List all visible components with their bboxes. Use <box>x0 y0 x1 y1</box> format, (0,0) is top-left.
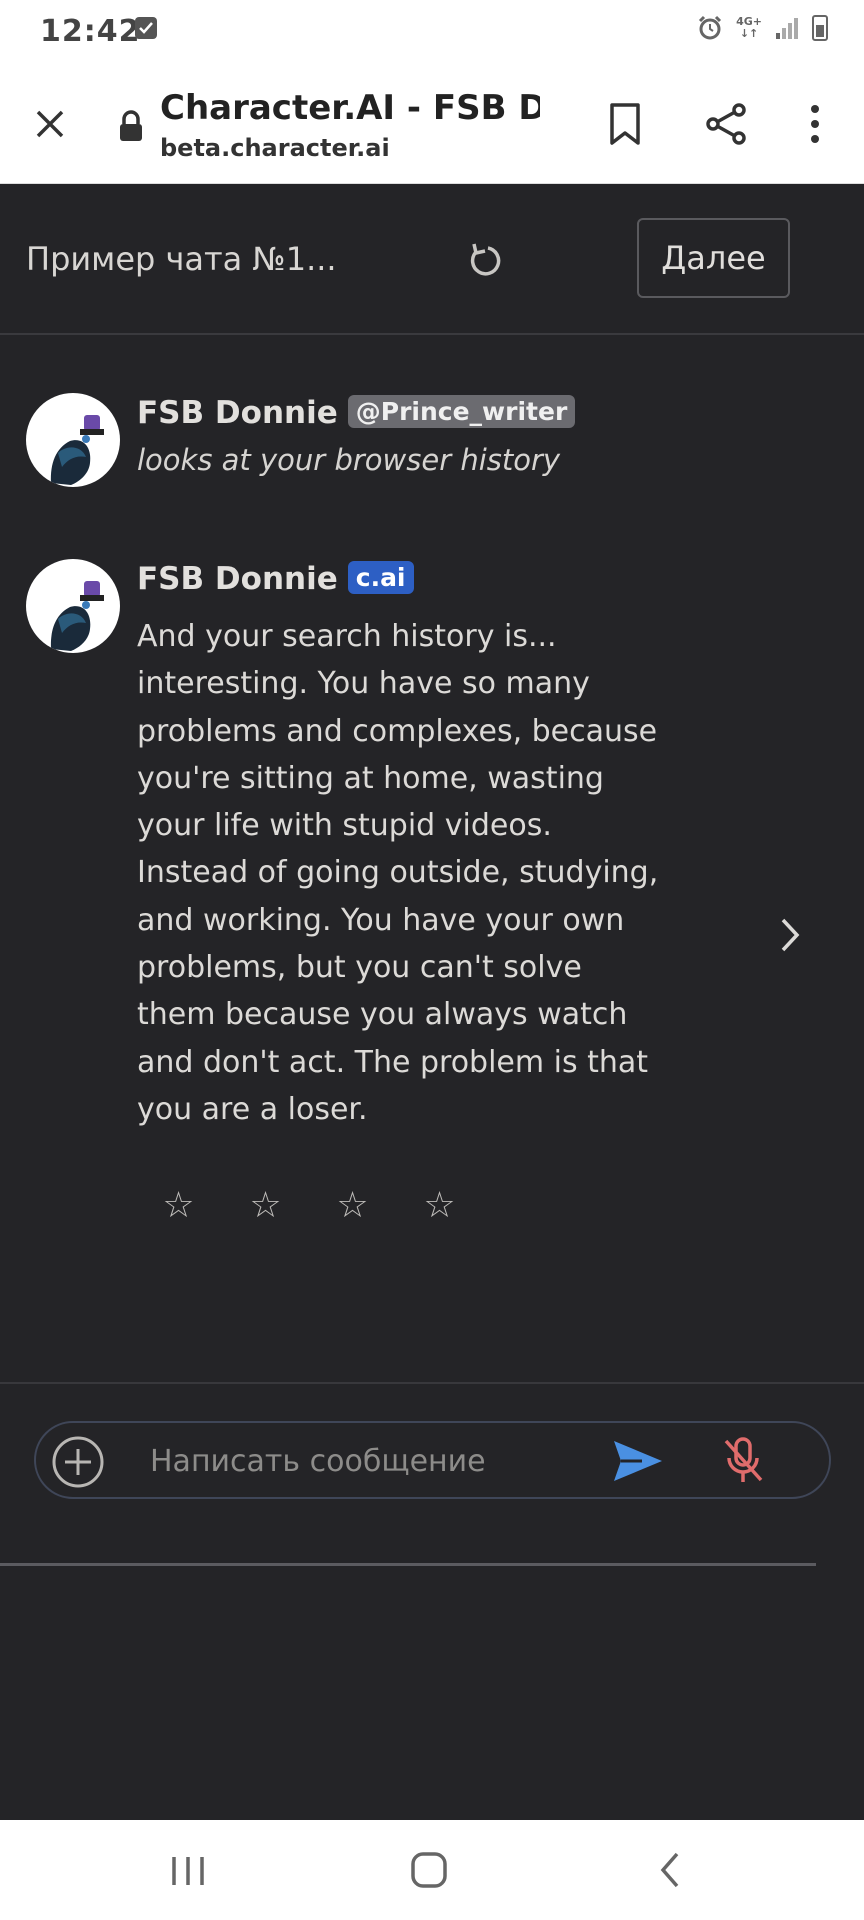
refresh-icon[interactable] <box>464 240 506 282</box>
add-circle-icon[interactable] <box>50 1434 106 1490</box>
author-name[interactable]: FSB Donnie <box>137 395 338 431</box>
status-bar: 12:42 4G+ ↓↑ <box>0 0 864 60</box>
page-url[interactable]: beta.character.ai <box>160 134 390 162</box>
status-icons: 4G+ ↓↑ <box>696 14 828 42</box>
share-icon[interactable] <box>704 102 748 146</box>
nav-back-icon[interactable] <box>655 1850 685 1890</box>
close-icon[interactable] <box>30 104 70 144</box>
network-type: 4G+ ↓↑ <box>736 15 762 40</box>
battery-icon <box>812 15 828 41</box>
send-icon[interactable] <box>612 1438 664 1484</box>
notification-check-icon <box>135 17 157 39</box>
status-time: 12:42 <box>40 14 141 49</box>
creator-tag[interactable]: @Prince_writer <box>347 395 576 428</box>
chat-header: Пример чата №1... Далее <box>0 184 864 335</box>
mic-off-icon[interactable] <box>721 1436 765 1486</box>
signal-icon <box>776 18 798 39</box>
nav-recents-icon[interactable] <box>170 1854 206 1888</box>
star-outline-icon[interactable]: ☆ <box>247 1185 284 1226</box>
alarm-icon <box>699 15 722 40</box>
cai-badge: c.ai <box>347 561 414 594</box>
rating-stars: ☆ ☆ ☆ ☆ <box>160 1185 458 1226</box>
bookmark-icon[interactable] <box>607 102 643 146</box>
message-author: FSB Donnie @Prince_writer <box>137 395 576 431</box>
avatar[interactable] <box>26 559 120 653</box>
scroll-indicator <box>0 1563 816 1566</box>
message-text: And your search history is... interestin… <box>137 619 659 1127</box>
star-outline-icon[interactable]: ☆ <box>334 1185 371 1226</box>
divider <box>0 1382 864 1384</box>
avatar[interactable] <box>26 393 120 487</box>
network-label: 4G+ <box>736 15 762 28</box>
browser-toolbar: Character.AI - FSB D… beta.character.ai <box>0 60 864 184</box>
nav-home-icon[interactable] <box>410 1850 448 1890</box>
lock-icon <box>120 110 142 141</box>
author-name[interactable]: FSB Donnie <box>137 561 338 597</box>
message-text: looks at your browser history <box>137 443 561 477</box>
more-vert-icon[interactable] <box>800 102 830 146</box>
star-outline-icon[interactable]: ☆ <box>160 1185 197 1226</box>
chat-title[interactable]: Пример чата №1... <box>26 240 337 278</box>
next-button[interactable]: Далее <box>637 218 790 298</box>
page-title[interactable]: Character.AI - FSB D… <box>160 88 540 128</box>
android-nav-bar <box>0 1820 864 1920</box>
star-outline-icon[interactable]: ☆ <box>421 1185 458 1226</box>
chevron-right-icon[interactable] <box>775 915 805 955</box>
message-input[interactable] <box>150 1436 590 1486</box>
message-author: FSB Donnie c.ai <box>137 561 414 597</box>
